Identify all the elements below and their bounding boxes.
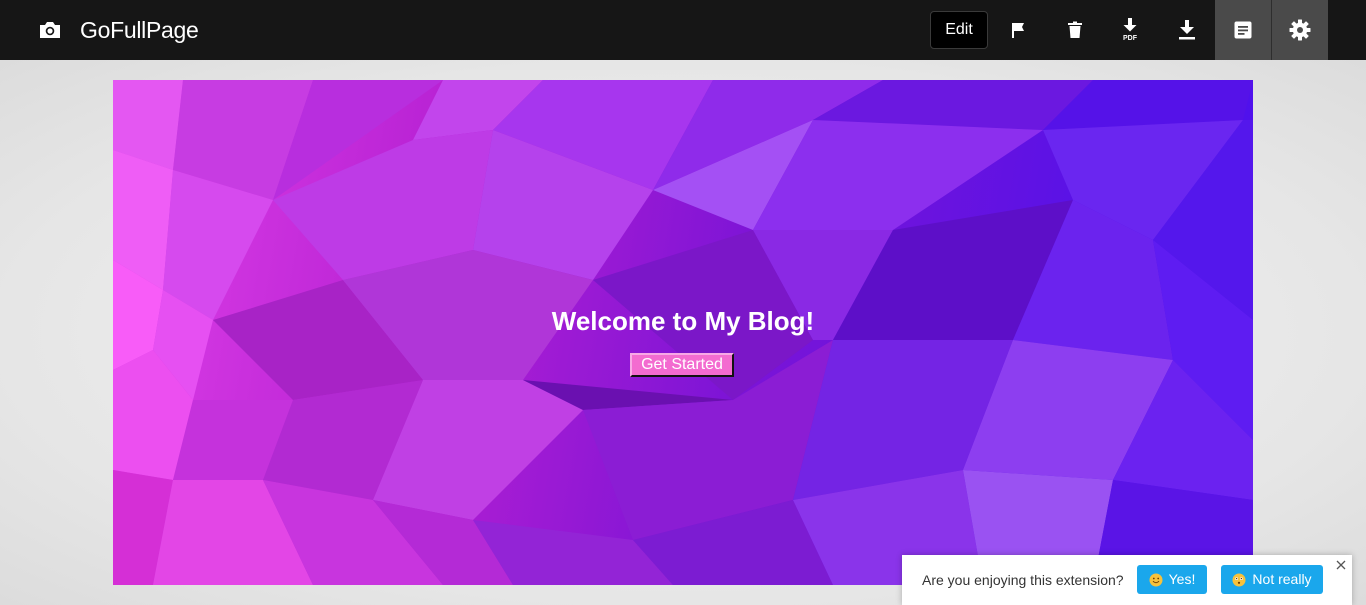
flag-button[interactable] (990, 0, 1046, 60)
delete-button[interactable] (1047, 0, 1103, 60)
not-really-label: Not really (1252, 571, 1312, 587)
edit-button[interactable]: Edit (930, 11, 988, 49)
get-started-button[interactable]: Get Started (630, 353, 734, 377)
document-icon (1234, 21, 1252, 39)
captured-screenshot: Welcome to My Blog! Get Started (113, 80, 1253, 585)
yes-button[interactable]: Yes! (1137, 565, 1207, 594)
feedback-question: Are you enjoying this extension? (922, 572, 1124, 588)
close-icon[interactable] (1334, 558, 1348, 572)
settings-button[interactable] (1271, 0, 1328, 60)
yes-label: Yes! (1168, 571, 1196, 587)
gear-icon (1289, 19, 1311, 41)
download-pdf-button[interactable]: PDF (1102, 0, 1158, 60)
flushed-emoji-icon (1232, 573, 1246, 586)
document-button[interactable] (1215, 0, 1271, 60)
download-pdf-icon: PDF (1123, 18, 1138, 42)
not-really-button[interactable]: Not really (1221, 565, 1323, 594)
flag-icon (1012, 23, 1024, 38)
smile-emoji-icon (1149, 573, 1163, 586)
app-title: GoFullPage (80, 17, 199, 43)
pdf-label: PDF (1123, 35, 1138, 42)
trash-icon (1068, 21, 1082, 38)
camera-icon (40, 22, 60, 38)
feedback-prompt: Are you enjoying this extension? Yes! No… (902, 555, 1352, 605)
download-button[interactable] (1159, 0, 1215, 60)
hero-title: Welcome to My Blog! (551, 306, 815, 336)
top-bar: GoFullPage Edit PDF (0, 0, 1366, 60)
download-icon (1179, 20, 1195, 40)
